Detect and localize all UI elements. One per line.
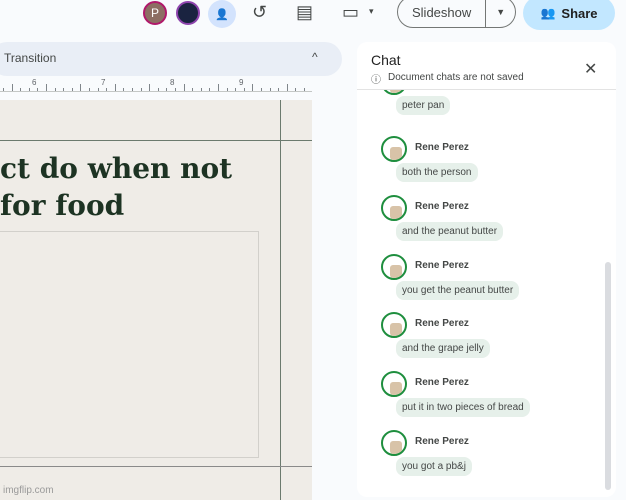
ruler-tick <box>226 88 228 91</box>
author-name: Rene Perez <box>415 377 469 389</box>
transition-button[interactable]: Transition <box>4 51 56 65</box>
author-name: Rene Perez <box>415 318 469 330</box>
ruler-tick <box>192 88 194 91</box>
avatar <box>381 90 407 95</box>
author-name: Rene Perez <box>415 142 469 153</box>
ruler-tick <box>97 88 99 91</box>
ruler-tick <box>200 88 202 91</box>
ruler-label: 7 <box>101 78 106 87</box>
avatar <box>381 136 407 162</box>
chat-title: Chat <box>371 52 401 68</box>
chat-panel: Chat ⓘ Document chats are not saved ✕ pe… <box>357 42 616 497</box>
message-bubble: peter pan <box>396 96 451 115</box>
slide-title[interactable]: ct do when not for food <box>0 150 232 224</box>
ruler-tick <box>209 88 211 91</box>
ruler-label: 9 <box>239 78 244 87</box>
ruler: 6 7 8 9 <box>0 78 312 92</box>
ruler-tick <box>54 88 56 91</box>
slideshow-button[interactable]: Slideshow ▼ <box>397 0 516 28</box>
user-avatar-photo[interactable] <box>176 1 200 25</box>
meet-camera-icon[interactable]: ▭ <box>342 2 359 23</box>
ruler-tick <box>46 84 47 91</box>
author-name: Rene Perez <box>415 436 469 447</box>
avatar <box>381 371 407 398</box>
ruler-label: 8 <box>170 78 175 87</box>
chat-messages: peter pan Rene Perez both the person Rene … <box>357 90 616 495</box>
transition-bar: Transition ^ <box>0 42 342 76</box>
ruler-tick <box>304 88 305 91</box>
ruler-tick <box>261 88 262 91</box>
ruler-tick <box>123 88 125 91</box>
scrollbar[interactable] <box>605 262 611 490</box>
ruler-tick <box>149 84 151 91</box>
ruler-tick <box>37 88 39 91</box>
ruler-tick <box>11 84 13 91</box>
collapse-chevron-icon[interactable]: ^ <box>312 50 318 64</box>
ruler-tick <box>63 88 65 91</box>
ruler-tick <box>80 84 82 91</box>
meet-dropdown-icon[interactable]: ▾ <box>369 6 374 17</box>
author-name: Rene Perez <box>415 200 469 212</box>
message-bubble: put it in two pieces of bread <box>396 398 530 418</box>
comments-icon[interactable]: ▤ <box>296 2 313 23</box>
ruler-tick <box>269 88 271 91</box>
ruler-tick <box>89 88 90 91</box>
people-icon: 👥 <box>540 6 556 20</box>
close-icon[interactable]: ✕ <box>584 59 597 79</box>
message-bubble: both the person <box>396 163 478 182</box>
meet-present-icon[interactable]: 👤 <box>208 0 236 28</box>
ruler-tick <box>278 88 280 91</box>
slideshow-dropdown-icon[interactable]: ▼ <box>486 7 505 17</box>
ruler-tick <box>28 88 30 91</box>
ruler-tick <box>114 84 116 91</box>
avatar <box>381 312 407 339</box>
ruler-tick <box>175 88 176 91</box>
share-label: Share <box>561 5 598 21</box>
ruler-tick <box>218 84 219 91</box>
ruler-tick <box>106 88 108 91</box>
ruler-tick <box>132 88 133 91</box>
avatar <box>381 430 407 456</box>
author-name: Rene Perez <box>415 259 469 271</box>
ruler-tick <box>252 84 254 91</box>
ruler-tick <box>295 88 297 91</box>
message-bubble: you get the peanut butter <box>396 280 520 300</box>
share-button[interactable]: 👥 Share <box>523 0 615 30</box>
version-history-icon[interactable]: ↺ <box>252 2 267 23</box>
user-avatar-p[interactable]: P <box>143 1 167 25</box>
ruler-label: 6 <box>32 78 37 87</box>
slideshow-label: Slideshow <box>398 0 487 27</box>
ruler-tick <box>235 88 237 91</box>
ruler-tick <box>20 88 22 91</box>
info-icon: ⓘ <box>371 75 381 86</box>
ruler-tick <box>157 88 159 91</box>
ruler-tick <box>3 88 4 91</box>
ruler-tick <box>166 88 168 91</box>
message-bubble: and the grape jelly <box>396 339 490 359</box>
avatar <box>381 253 407 280</box>
message-bubble: you got a pb&j <box>396 457 472 476</box>
chat-subtitle: Document chats are not saved <box>388 72 524 83</box>
ruler-tick <box>71 88 73 91</box>
ruler-tick <box>140 88 142 91</box>
ruler-tick <box>243 88 245 91</box>
avatar <box>381 194 407 221</box>
ruler-tick <box>183 84 185 91</box>
watermark: imgflip.com <box>3 485 54 496</box>
content-placeholder[interactable] <box>0 231 259 458</box>
message-bubble: and the peanut butter <box>396 221 504 241</box>
ruler-tick <box>286 84 288 91</box>
